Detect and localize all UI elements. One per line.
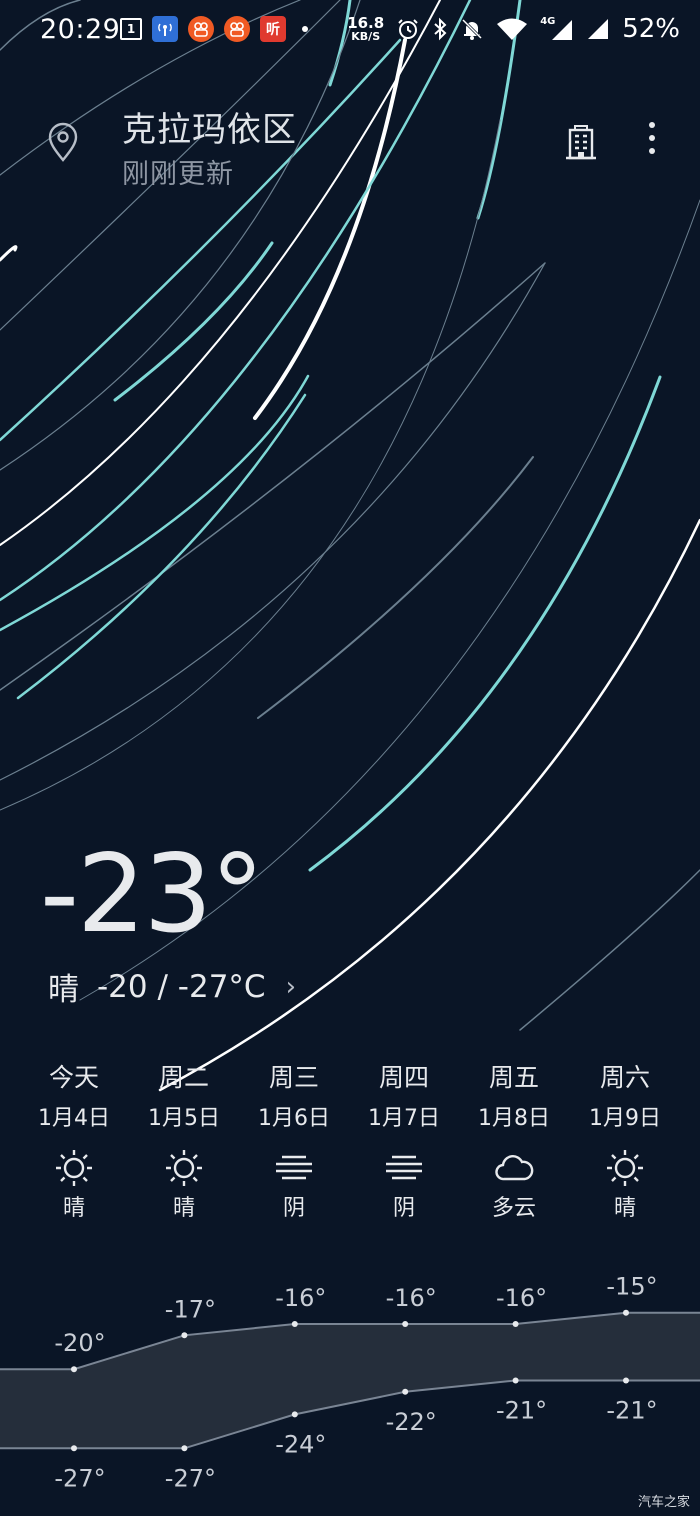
system-icons: 16.8 KB/S 4G 52% [347, 14, 680, 44]
chevron-right-icon: › [285, 971, 296, 1002]
forecast-condition: 晴 [172, 1196, 195, 1221]
current-condition: 晴 [48, 972, 79, 1008]
cell-signal-group: 4G [540, 16, 574, 42]
low-temp-point [402, 1388, 409, 1395]
high-temp-point [181, 1332, 188, 1339]
forecast-date: 1月8日 [478, 1106, 550, 1131]
update-status: 刚刚更新 [122, 159, 234, 190]
forecast-date: 1月9日 [589, 1106, 661, 1131]
current-temperature: -23° [40, 832, 264, 957]
listen-app-icon: 听 [260, 16, 286, 42]
sun-icon [19, 1148, 129, 1188]
high-temp-label: -16° [386, 1284, 437, 1312]
city-name[interactable]: 克拉玛依区 [122, 102, 297, 151]
forecast-day[interactable]: 周四 1月7日 阴 [349, 1058, 459, 1222]
forecast-day-name: 周六 [599, 1063, 650, 1092]
cell-signal-icon [552, 20, 573, 40]
watermark: 汽车之家 [637, 1495, 690, 1510]
forecast-day[interactable]: 周六 1月9日 晴 [570, 1058, 680, 1222]
low-temp-label: -27° [165, 1464, 216, 1492]
more-vertical-icon[interactable] [640, 122, 664, 162]
high-temp-label: -15° [606, 1273, 657, 1301]
cell-signal-icon [588, 19, 609, 39]
mute-bell-icon [462, 18, 483, 40]
bluetooth-icon [434, 17, 447, 41]
today-range: -20 / -27°C [97, 968, 266, 1005]
forecast-date: 1月4日 [38, 1106, 110, 1131]
high-temp-point [623, 1309, 629, 1316]
forecast-day[interactable]: 周五 1月8日 多云 [459, 1058, 569, 1222]
high-temp-label: -16° [275, 1284, 326, 1312]
app-icon [188, 16, 214, 42]
forecast-day-name: 今天 [48, 1063, 99, 1092]
low-temp-point [512, 1377, 519, 1384]
wifi-icon [497, 18, 528, 40]
forecast-days: 今天 1月4日 晴 周二 1月5日 晴 周三 1月6日 阴 周四 1月7日 阴 … [0, 1058, 700, 1221]
forecast-day[interactable]: 周三 1月6日 阴 [239, 1058, 349, 1222]
forecast-condition: 多云 [491, 1196, 536, 1221]
calendar-badge-icon: 1 [120, 18, 142, 40]
sun-icon [570, 1148, 680, 1188]
building-icon[interactable] [566, 124, 596, 160]
forecast-day[interactable]: 今天 1月4日 晴 [19, 1058, 129, 1222]
battery-percent: 52% [622, 14, 680, 44]
cloud-icon [459, 1148, 569, 1188]
app-icon [224, 16, 250, 42]
high-temp-label: -17° [165, 1295, 216, 1323]
low-temp-point [623, 1377, 629, 1384]
forecast-condition: 阴 [392, 1196, 415, 1221]
forecast-day-name: 周三 [268, 1063, 319, 1092]
high-temp-point [402, 1321, 409, 1327]
forecast-date: 1月5日 [148, 1106, 220, 1131]
overcast-icon [349, 1148, 459, 1188]
dot-icon [302, 26, 308, 32]
temperature-chart: -20° -27° -17° -27° -16° -24° -16° -22° -16° -21°… [0, 1273, 700, 1492]
notification-icons: 1 听 [120, 16, 308, 42]
forecast-day-name: 周五 [488, 1063, 539, 1092]
alarm-icon [398, 19, 418, 39]
high-temp-point [291, 1321, 298, 1327]
high-temp-label: -16° [496, 1284, 547, 1312]
network-speed: 16.8 KB/S [347, 14, 385, 43]
forecast-day[interactable]: 周二 1月5日 晴 [129, 1058, 239, 1222]
high-temp-point [512, 1321, 519, 1327]
overcast-icon [239, 1148, 349, 1188]
low-temp-point [181, 1445, 188, 1452]
location-header: 克拉玛依区 刚刚更新 [0, 96, 700, 196]
location-pin-icon[interactable] [46, 122, 80, 162]
low-temp-label: -27° [54, 1464, 105, 1492]
low-temp-label: -21° [606, 1397, 657, 1425]
high-temp-point [71, 1366, 77, 1373]
low-temp-point [71, 1445, 77, 1452]
low-temp-label: -21° [496, 1397, 547, 1425]
network-speed-value: 16.8 [347, 14, 385, 32]
forecast-condition: 晴 [62, 1196, 85, 1221]
low-temp-label: -24° [275, 1430, 326, 1458]
forecast-condition: 晴 [613, 1196, 636, 1221]
forecast-date: 1月7日 [368, 1106, 440, 1131]
status-bar: 20:29 1 听 16.8 KB/S 4G 52% [0, 0, 700, 64]
forecast-day-name: 周二 [158, 1063, 209, 1092]
status-time: 20:29 [40, 14, 121, 45]
low-temp-label: -22° [386, 1408, 437, 1436]
today-summary[interactable]: 晴 -20 / -27°C › [48, 964, 296, 1009]
forecast-day-name: 周四 [378, 1063, 429, 1092]
sun-icon [129, 1148, 239, 1188]
signal-app-icon [152, 16, 178, 42]
low-temp-point [291, 1411, 298, 1418]
high-temp-label: -20° [54, 1329, 105, 1357]
forecast-condition: 阴 [282, 1196, 305, 1221]
forecast-date: 1月6日 [258, 1106, 330, 1131]
network-speed-unit: KB/S [351, 30, 381, 43]
